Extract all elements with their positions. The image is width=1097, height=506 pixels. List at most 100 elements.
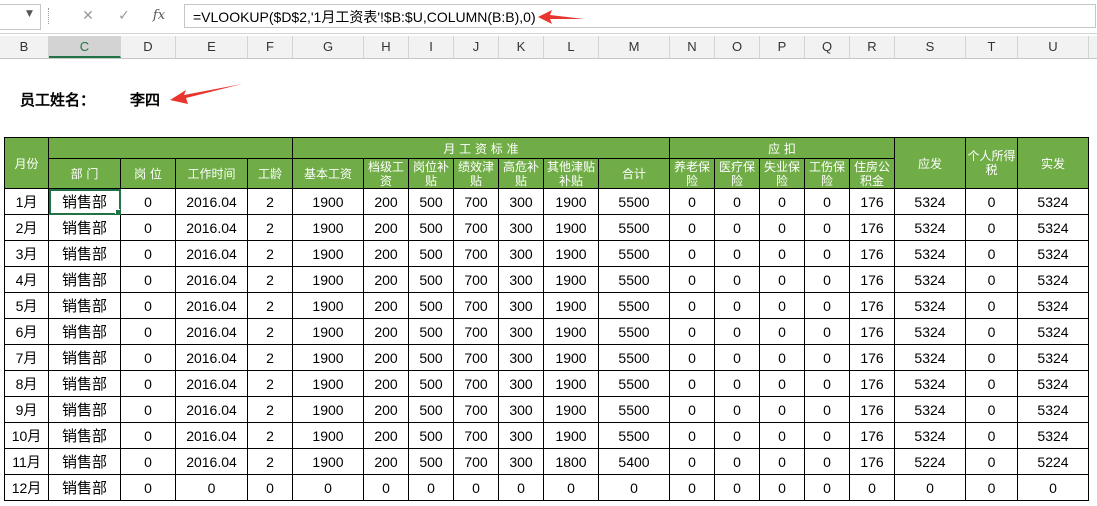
table-cell[interactable]: 5324: [894, 344, 966, 371]
table-cell[interactable]: 0: [965, 292, 1018, 319]
table-cell[interactable]: 2016.04: [175, 344, 248, 371]
table-cell[interactable]: 1900: [292, 214, 364, 241]
column-header-U[interactable]: U: [1018, 36, 1089, 58]
table-cell[interactable]: 销售部: [48, 214, 121, 241]
table-cell[interactable]: 0: [804, 344, 850, 371]
table-cell[interactable]: 5324: [1017, 214, 1089, 241]
table-cell[interactable]: 0: [669, 318, 715, 345]
table-cell[interactable]: 0: [543, 474, 599, 501]
table-cell[interactable]: 0: [965, 370, 1018, 397]
table-cell[interactable]: 0: [759, 448, 805, 475]
column-header-C[interactable]: C: [49, 36, 121, 58]
subheader-3[interactable]: 工作时间: [175, 158, 248, 189]
table-cell[interactable]: 0: [669, 188, 715, 215]
table-cell[interactable]: 1900: [543, 422, 599, 449]
table-cell[interactable]: 0: [669, 292, 715, 319]
table-cell[interactable]: 1900: [292, 396, 364, 423]
table-cell[interactable]: 5500: [598, 370, 670, 397]
cancel-icon[interactable]: ✕: [76, 5, 100, 27]
table-cell[interactable]: 7月: [4, 344, 49, 371]
table-cell[interactable]: 1900: [292, 188, 364, 215]
table-cell[interactable]: 3月: [4, 240, 49, 267]
table-cell[interactable]: 0: [714, 422, 760, 449]
table-cell[interactable]: 2016.04: [175, 266, 248, 293]
subheader-7[interactable]: 岗位补贴: [408, 158, 454, 189]
table-cell[interactable]: 5324: [1017, 266, 1089, 293]
table-cell[interactable]: 0: [669, 266, 715, 293]
table-cell[interactable]: 销售部: [48, 422, 121, 449]
table-cell[interactable]: 700: [453, 318, 499, 345]
table-cell[interactable]: 0: [759, 474, 805, 501]
table-cell[interactable]: 2016.04: [175, 240, 248, 267]
table-cell[interactable]: 200: [363, 396, 409, 423]
table-cell[interactable]: 500: [408, 370, 454, 397]
table-cell[interactable]: 1900: [292, 318, 364, 345]
table-cell[interactable]: 5500: [598, 344, 670, 371]
table-cell[interactable]: 5324: [1017, 188, 1089, 215]
fill-handle[interactable]: [115, 209, 120, 214]
blank-header[interactable]: [48, 137, 293, 159]
table-cell[interactable]: 0: [669, 370, 715, 397]
formula-bar-splitter[interactable]: [48, 8, 55, 24]
column-header-F[interactable]: F: [248, 36, 293, 58]
table-cell[interactable]: 5500: [598, 266, 670, 293]
subheader-4[interactable]: 工龄: [247, 158, 293, 189]
table-cell[interactable]: 0: [759, 422, 805, 449]
table-cell[interactable]: 0: [965, 318, 1018, 345]
table-cell[interactable]: 2016.04: [175, 370, 248, 397]
column-header-J[interactable]: J: [454, 36, 499, 58]
column-header-H[interactable]: H: [364, 36, 409, 58]
subheader-8[interactable]: 绩效津贴: [453, 158, 499, 189]
table-cell[interactable]: 1900: [543, 188, 599, 215]
table-cell[interactable]: 销售部: [48, 370, 121, 397]
subheader-10[interactable]: 其他津贴补贴: [543, 158, 599, 189]
table-cell[interactable]: 0: [849, 474, 895, 501]
table-cell[interactable]: 11月: [4, 448, 49, 475]
table-cell[interactable]: 5500: [598, 318, 670, 345]
table-cell[interactable]: 销售部: [48, 318, 121, 345]
column-header-O[interactable]: O: [715, 36, 760, 58]
table-cell[interactable]: 8月: [4, 370, 49, 397]
month-header[interactable]: 月份: [4, 137, 49, 189]
enter-icon[interactable]: ✓: [112, 5, 136, 27]
table-cell[interactable]: 0: [714, 318, 760, 345]
table-cell[interactable]: 300: [498, 448, 544, 475]
table-cell[interactable]: 1900: [292, 292, 364, 319]
table-cell[interactable]: 10月: [4, 422, 49, 449]
table-cell[interactable]: 500: [408, 344, 454, 371]
table-cell[interactable]: 0: [804, 188, 850, 215]
table-cell[interactable]: 176: [849, 396, 895, 423]
table-cell[interactable]: 0: [714, 370, 760, 397]
employee-name-value[interactable]: 李四: [130, 89, 160, 110]
table-cell[interactable]: 1900: [543, 370, 599, 397]
table-cell[interactable]: 500: [408, 214, 454, 241]
table-cell[interactable]: 700: [453, 370, 499, 397]
table-cell[interactable]: 0: [759, 344, 805, 371]
table-cell[interactable]: 5324: [1017, 370, 1089, 397]
formula-input[interactable]: =VLOOKUP($D$2,'1月工资表'!$B:$U,COLUMN(B:B),…: [184, 4, 1096, 28]
column-header-I[interactable]: I: [409, 36, 454, 58]
table-cell[interactable]: 200: [363, 240, 409, 267]
table-cell[interactable]: 176: [849, 344, 895, 371]
table-cell[interactable]: 5324: [894, 422, 966, 449]
name-box[interactable]: ▼: [0, 4, 41, 30]
table-cell[interactable]: 0: [804, 474, 850, 501]
table-cell[interactable]: 0: [120, 370, 176, 397]
table-cell[interactable]: 300: [498, 370, 544, 397]
table-cell[interactable]: 300: [498, 240, 544, 267]
column-header-B[interactable]: B: [0, 36, 49, 58]
table-cell[interactable]: 0: [759, 214, 805, 241]
table-cell[interactable]: 0: [894, 474, 966, 501]
table-cell[interactable]: 0: [965, 474, 1018, 501]
gross-header[interactable]: 应发: [894, 137, 966, 189]
table-cell[interactable]: 300: [498, 292, 544, 319]
table-cell[interactable]: 300: [498, 422, 544, 449]
table-cell[interactable]: 176: [849, 214, 895, 241]
table-cell[interactable]: 5224: [1017, 448, 1089, 475]
table-cell[interactable]: 5324: [1017, 292, 1089, 319]
table-cell[interactable]: 5500: [598, 292, 670, 319]
table-cell[interactable]: 2: [247, 344, 293, 371]
table-cell[interactable]: 5500: [598, 240, 670, 267]
table-cell[interactable]: 0: [804, 370, 850, 397]
table-cell[interactable]: 0: [965, 448, 1018, 475]
